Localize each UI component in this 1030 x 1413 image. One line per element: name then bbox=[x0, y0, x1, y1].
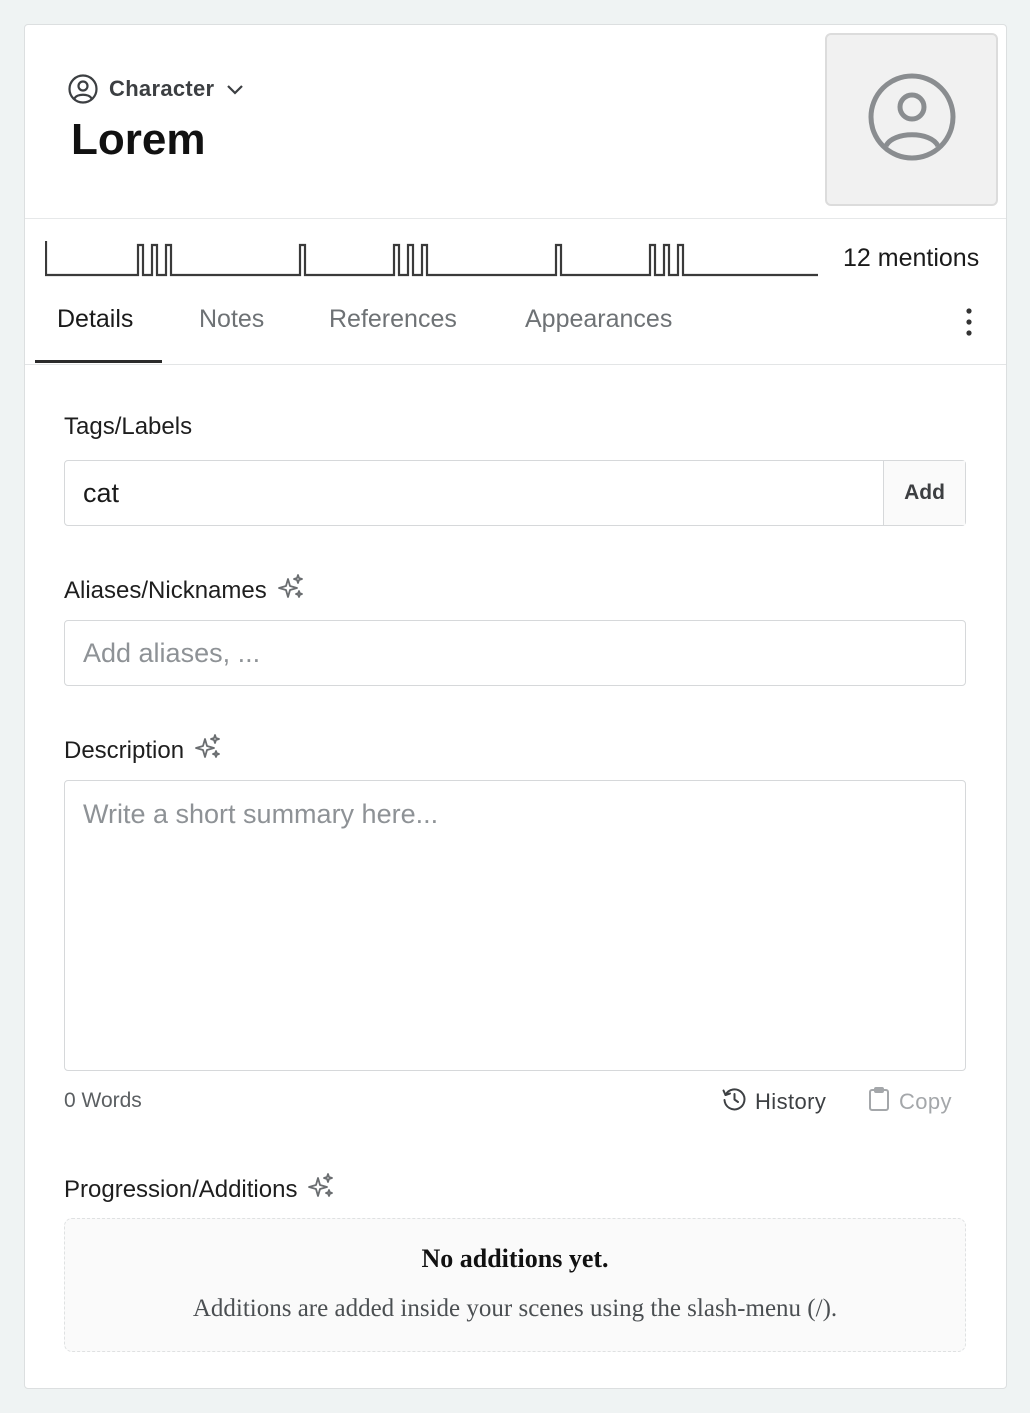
tab-bar: Details Notes References Appearances bbox=[25, 293, 1006, 365]
copy-button[interactable]: Copy bbox=[867, 1086, 952, 1118]
entity-name[interactable]: Lorem bbox=[71, 115, 205, 165]
word-count: 0 Words bbox=[64, 1089, 142, 1112]
history-button[interactable]: History bbox=[721, 1086, 826, 1118]
more-vertical-icon bbox=[965, 307, 973, 342]
user-circle-icon bbox=[866, 71, 958, 168]
active-tab-indicator bbox=[35, 360, 162, 363]
aliases-input[interactable] bbox=[65, 621, 965, 685]
aliases-field-label: Aliases/Nicknames bbox=[64, 573, 305, 608]
entity-type-label: Character bbox=[109, 76, 215, 101]
copy-label: Copy bbox=[899, 1089, 952, 1114]
user-circle-icon bbox=[67, 73, 99, 105]
history-label: History bbox=[755, 1089, 827, 1114]
sparkles-icon[interactable] bbox=[307, 1172, 335, 1207]
history-icon bbox=[721, 1086, 747, 1118]
mentions-graph bbox=[45, 241, 818, 277]
avatar[interactable] bbox=[825, 33, 998, 206]
description-field-label: Description bbox=[64, 733, 222, 768]
progression-field-label: Progression/Additions bbox=[64, 1172, 335, 1207]
empty-state-description: Additions are added inside your scenes u… bbox=[192, 1295, 838, 1322]
tags-field-label: Tags/Labels bbox=[64, 413, 192, 441]
add-tag-button[interactable]: Add bbox=[883, 461, 965, 525]
description-textarea[interactable] bbox=[65, 781, 965, 1070]
entity-card: Character Lorem 12 mentions Details Note… bbox=[24, 24, 1007, 1389]
clipboard-icon bbox=[867, 1086, 891, 1118]
tab-notes[interactable]: Notes bbox=[199, 305, 264, 363]
tab-appearances[interactable]: Appearances bbox=[525, 305, 672, 363]
tab-references[interactable]: References bbox=[329, 305, 457, 363]
aliases-label-text: Aliases/Nicknames bbox=[64, 576, 267, 604]
tags-input[interactable] bbox=[65, 461, 883, 525]
tags-input-group: Add bbox=[64, 460, 966, 526]
sparkles-icon[interactable] bbox=[194, 733, 222, 768]
progression-label-text: Progression/Additions bbox=[64, 1175, 298, 1203]
progression-empty-state: No additions yet. Additions are added in… bbox=[64, 1218, 966, 1352]
tab-details[interactable]: Details bbox=[57, 305, 133, 363]
empty-state-title: No additions yet. bbox=[421, 1244, 609, 1273]
aliases-input-box bbox=[64, 620, 966, 686]
mentions-count: 12 mentions bbox=[843, 244, 980, 272]
chevron-down-icon bbox=[224, 78, 246, 100]
description-label-text: Description bbox=[64, 736, 185, 764]
more-options-button[interactable] bbox=[955, 307, 983, 341]
description-input-box bbox=[64, 780, 966, 1071]
entity-header: Character Lorem bbox=[25, 25, 1006, 219]
entity-type-dropdown[interactable]: Character bbox=[67, 73, 246, 105]
tags-label-text: Tags/Labels bbox=[64, 413, 193, 440]
sparkles-icon[interactable] bbox=[277, 573, 305, 608]
